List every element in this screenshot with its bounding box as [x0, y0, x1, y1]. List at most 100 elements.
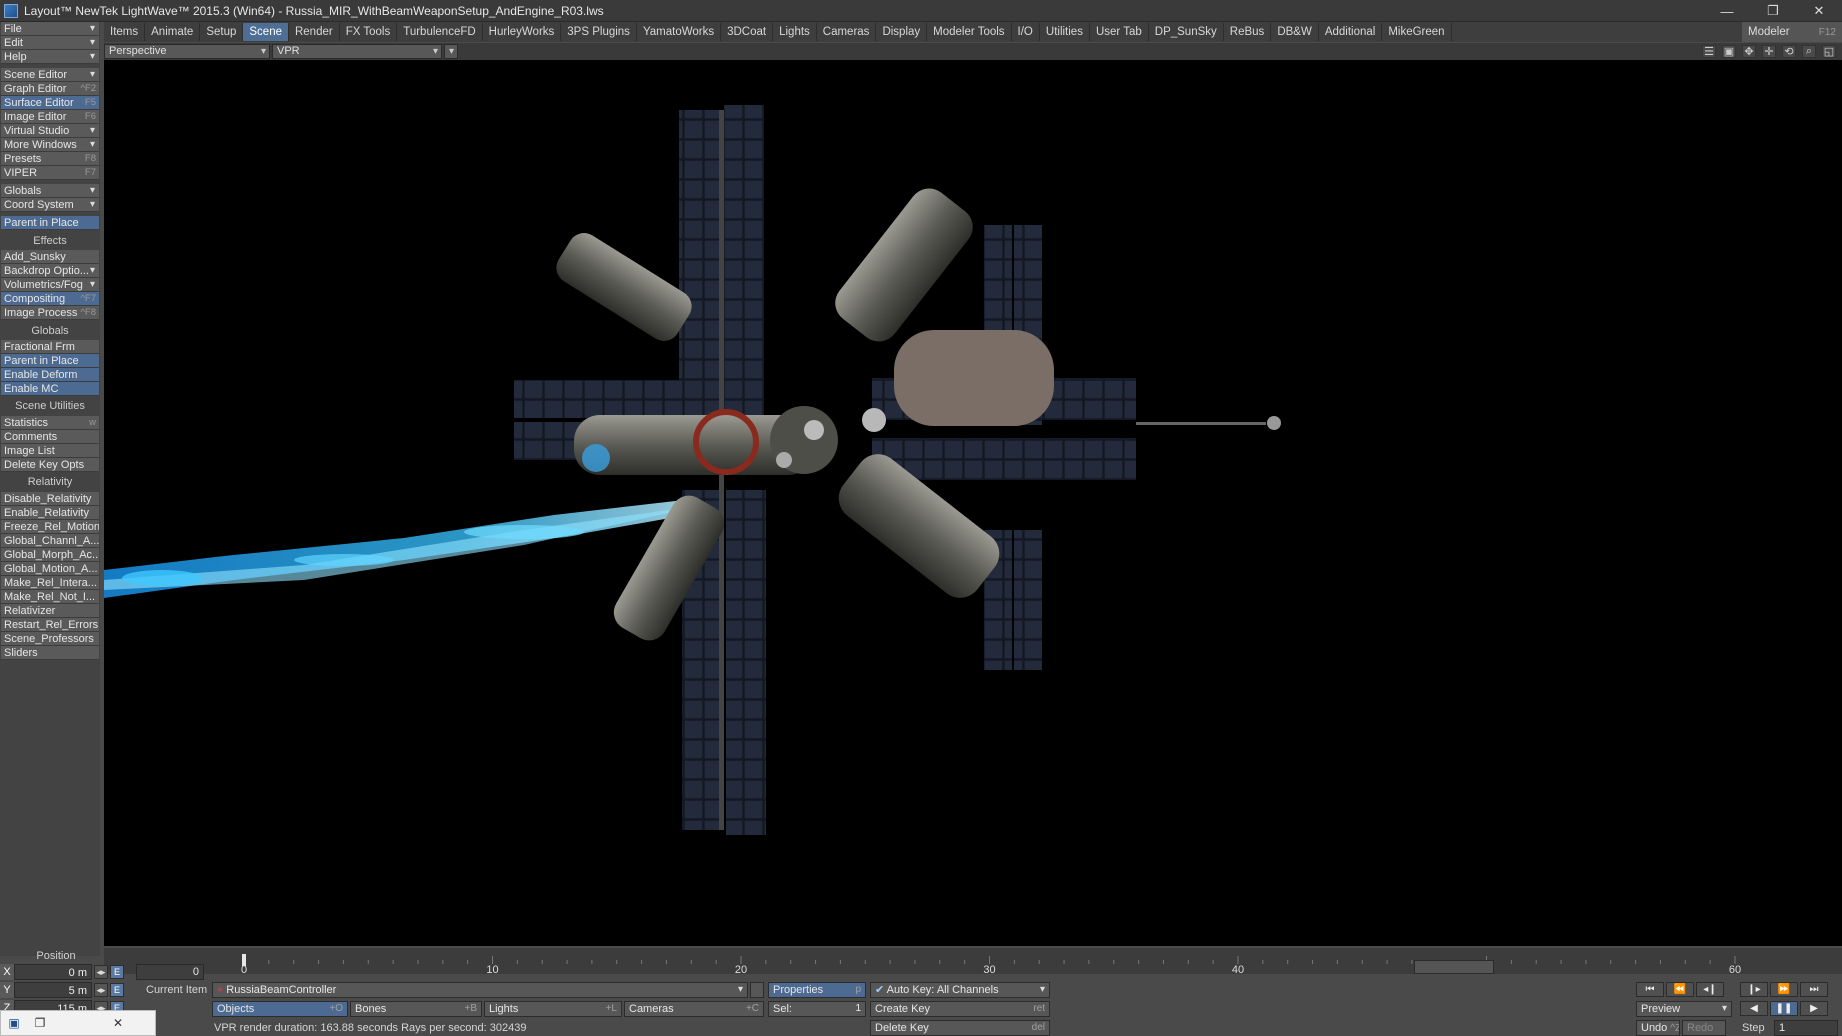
viper-button[interactable]: VIPER F7: [1, 166, 99, 180]
restore-icon[interactable]: ❐: [27, 1012, 53, 1034]
file-menu[interactable]: File: [1, 22, 99, 36]
viewport-maximize-icon[interactable]: ◱: [1822, 45, 1836, 58]
viewport-options-dropdown[interactable]: [444, 44, 458, 59]
delete-key-opts-button[interactable]: Delete Key Opts: [1, 458, 99, 472]
tab-animate[interactable]: Animate: [145, 23, 201, 41]
fractional-frm-button[interactable]: Fractional Frm: [1, 340, 99, 354]
tab-i-o[interactable]: I/O: [1012, 23, 1040, 41]
make-rel-not-button[interactable]: Make_Rel_Not_I...: [1, 590, 99, 604]
view-mode-dropdown[interactable]: Perspective: [104, 44, 270, 59]
tab-items[interactable]: Items: [104, 23, 146, 41]
play-reverse-button[interactable]: ◀: [1740, 1001, 1768, 1016]
step-field[interactable]: 1: [1774, 1020, 1838, 1036]
tab-lights[interactable]: Lights: [773, 23, 817, 41]
x-envelope-icon[interactable]: ◂▸: [94, 965, 108, 979]
end-frame-slider-box[interactable]: [1414, 960, 1494, 974]
scene-editor-button[interactable]: Scene Editor: [1, 68, 99, 82]
objects-button[interactable]: Objects +O: [212, 1001, 348, 1017]
bones-button[interactable]: Bones +B: [350, 1001, 482, 1017]
close-button[interactable]: ✕: [1796, 0, 1842, 22]
restart-rel-errors-button[interactable]: Restart_Rel_Errors: [1, 618, 99, 632]
tab-yamatoworks[interactable]: YamatoWorks: [637, 23, 722, 41]
minimize-button[interactable]: —: [1704, 0, 1750, 22]
comments-button[interactable]: Comments: [1, 430, 99, 444]
x-e-button[interactable]: E: [110, 965, 124, 979]
parent-in-place-toggle[interactable]: Parent in Place: [1, 354, 99, 368]
add-sunsky-button[interactable]: Add_Sunsky: [1, 250, 99, 264]
global-channl-button[interactable]: Global_Channl_A...: [1, 534, 99, 548]
tab-additional[interactable]: Additional: [1319, 23, 1383, 41]
disable-relativity-button[interactable]: Disable_Relativity: [1, 492, 99, 506]
taskbar-close-icon[interactable]: ✕: [105, 1012, 131, 1034]
go-to-start-button[interactable]: ⏮: [1636, 982, 1664, 997]
viewport-save-icon[interactable]: ▣: [1722, 45, 1736, 58]
prev-frame-button[interactable]: ◂❙: [1696, 982, 1724, 997]
image-process-button[interactable]: Image Process ^F8: [1, 306, 99, 320]
freeze-rel-motion-button[interactable]: Freeze_Rel_Motion: [1, 520, 99, 534]
tab-setup[interactable]: Setup: [200, 23, 244, 41]
viewport-3d[interactable]: [104, 60, 1842, 946]
tab-3dcoat[interactable]: 3DCoat: [721, 23, 774, 41]
edit-menu[interactable]: Edit: [1, 36, 99, 50]
virtual-studio-button[interactable]: Virtual Studio: [1, 124, 99, 138]
presets-button[interactable]: Presets F8: [1, 152, 99, 166]
scene-professors-button[interactable]: Scene_Professors: [1, 632, 99, 646]
help-menu[interactable]: Help: [1, 50, 99, 64]
tab-user-tab[interactable]: User Tab: [1090, 23, 1149, 41]
maximize-button[interactable]: ❐: [1750, 0, 1796, 22]
x-position-field[interactable]: 0 m: [14, 964, 92, 980]
global-morph-button[interactable]: Global_Morph_Ac...: [1, 548, 99, 562]
viewport-move-icon[interactable]: ✛: [1762, 45, 1776, 58]
tab-scene[interactable]: Scene: [243, 23, 289, 41]
y-e-button[interactable]: E: [110, 983, 124, 997]
play-button[interactable]: ▶: [1800, 1001, 1828, 1016]
tab-hurleyworks[interactable]: HurleyWorks: [483, 23, 562, 41]
image-editor-button[interactable]: Image Editor F6: [1, 110, 99, 124]
globals-dropdown[interactable]: Globals: [1, 184, 99, 198]
tab-mikegreen[interactable]: MikeGreen: [1382, 23, 1452, 41]
next-key-button[interactable]: ⏩: [1770, 982, 1798, 997]
tab-display[interactable]: Display: [876, 23, 928, 41]
surface-editor-button[interactable]: Surface Editor F5: [1, 96, 99, 110]
tab-render[interactable]: Render: [289, 23, 340, 41]
backdrop-options-button[interactable]: Backdrop Optio...: [1, 264, 99, 278]
create-key-button[interactable]: Create Key ret: [870, 1001, 1050, 1017]
parent-in-place-button[interactable]: Parent in Place: [1, 216, 99, 230]
global-motion-button[interactable]: Global_Motion_A...: [1, 562, 99, 576]
current-item-dropdown[interactable]: ⌖ RussiaBeamController: [212, 982, 748, 998]
viewport-rotate-icon[interactable]: ⟲: [1782, 45, 1796, 58]
tab-3ps-plugins[interactable]: 3PS Plugins: [561, 23, 637, 41]
enable-deform-toggle[interactable]: Enable Deform: [1, 368, 99, 382]
delete-key-button[interactable]: Delete Key del: [870, 1020, 1050, 1036]
tab-rebus[interactable]: ReBus: [1224, 23, 1272, 41]
more-windows-button[interactable]: More Windows: [1, 138, 99, 152]
y-envelope-icon[interactable]: ◂▸: [94, 983, 108, 997]
tab-modeler-tools[interactable]: Modeler Tools: [927, 23, 1012, 41]
properties-button[interactable]: Properties p: [768, 982, 866, 998]
tab-turbulencefd[interactable]: TurbulenceFD: [397, 23, 483, 41]
current-frame-marker[interactable]: [242, 954, 246, 966]
auto-key-check-icon[interactable]: ✔: [875, 984, 884, 996]
make-rel-intera-button[interactable]: Make_Rel_Intera...: [1, 576, 99, 590]
tab-dp-sunsky[interactable]: DP_SunSky: [1149, 23, 1224, 41]
modeler-button[interactable]: Modeler F12: [1742, 22, 1842, 42]
cameras-button[interactable]: Cameras +C: [624, 1001, 764, 1017]
tab-utilities[interactable]: Utilities: [1040, 23, 1090, 41]
compositing-button[interactable]: Compositing ^F7: [1, 292, 99, 306]
render-mode-dropdown[interactable]: VPR: [272, 44, 442, 59]
undo-button[interactable]: Undo ^Z: [1636, 1020, 1680, 1036]
timeline-slider[interactable]: 0102030405060: [104, 948, 1842, 974]
relativizer-button[interactable]: Relativizer: [1, 604, 99, 618]
coord-system-dropdown[interactable]: Coord System: [1, 198, 99, 212]
go-to-end-button[interactable]: ⏭: [1800, 982, 1828, 997]
start-frame-field[interactable]: 0: [136, 964, 204, 980]
next-frame-button[interactable]: ❙▸: [1740, 982, 1768, 997]
viewport-center-icon[interactable]: ✥: [1742, 45, 1756, 58]
graph-editor-button[interactable]: Graph Editor ^F2: [1, 82, 99, 96]
auto-key-dropdown[interactable]: ✔ Auto Key: All Channels: [870, 982, 1050, 998]
enable-relativity-button[interactable]: Enable_Relativity: [1, 506, 99, 520]
viewport-menu-icon[interactable]: ☰: [1702, 45, 1716, 58]
image-list-button[interactable]: Image List: [1, 444, 99, 458]
tab-db-w[interactable]: DB&W: [1271, 23, 1319, 41]
tab-fx-tools[interactable]: FX Tools: [340, 23, 398, 41]
